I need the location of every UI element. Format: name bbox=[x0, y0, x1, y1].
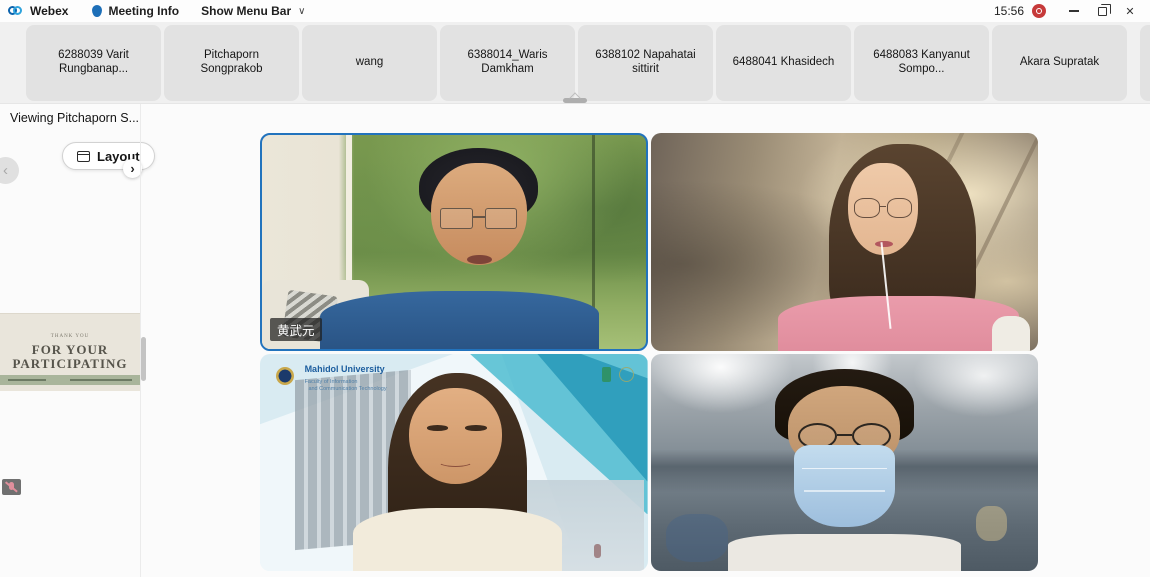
participant-tile[interactable]: wang bbox=[302, 25, 437, 101]
meeting-info-button[interactable]: Meeting Info bbox=[108, 4, 179, 18]
video-tile-bottom-right[interactable] bbox=[651, 354, 1039, 572]
main-stage: Viewing Pitchaporn S... ‹ Layout › THANK… bbox=[0, 104, 1150, 577]
title-bar-left: Webex Meeting Info Show Menu Bar ∨ bbox=[0, 4, 305, 18]
chevron-left-icon: ‹ bbox=[3, 162, 8, 179]
clock: 15:56 bbox=[994, 4, 1024, 18]
minimize-button[interactable] bbox=[1060, 1, 1088, 21]
shirt-art bbox=[728, 534, 961, 571]
mouth-art bbox=[875, 241, 892, 248]
title-bar: Webex Meeting Info Show Menu Bar ∨ 15:56… bbox=[0, 0, 1150, 22]
participant-name: Akara Supratak bbox=[1020, 56, 1099, 70]
blouse-art bbox=[353, 508, 562, 571]
mahidol-university-label: Mahidol University bbox=[305, 364, 385, 374]
participant-tile[interactable]: 6488041 Khasidech bbox=[716, 25, 851, 101]
meeting-info-shield-icon bbox=[92, 5, 102, 17]
webex-meeting-window: Webex Meeting Info Show Menu Bar ∨ 15:56… bbox=[0, 0, 1150, 577]
glasses-art bbox=[854, 198, 912, 218]
participant-name: 6388014_Waris Damkham bbox=[450, 49, 565, 77]
video-tile-top-right[interactable] bbox=[651, 133, 1039, 351]
mouth-art bbox=[467, 255, 492, 265]
restore-button[interactable] bbox=[1088, 1, 1116, 21]
title-bar-right: 15:56 ✕ bbox=[994, 1, 1150, 21]
video-tile-bottom-left[interactable]: Mahidol University Faculty of Informatio… bbox=[260, 354, 648, 572]
participant-face-art bbox=[409, 388, 502, 484]
anniversary-logo-icon bbox=[619, 367, 634, 382]
background-person-art bbox=[976, 506, 1007, 541]
webex-logo-icon bbox=[8, 5, 24, 17]
participant-tile[interactable]: 6288039 Varit Rungbanap... bbox=[26, 25, 161, 101]
pedestrian-art bbox=[594, 544, 601, 558]
show-menu-bar-button[interactable]: Show Menu Bar ∨ bbox=[201, 4, 305, 18]
glasses-art bbox=[440, 208, 517, 229]
participant-tile[interactable]: Pitchaporn Songprakob bbox=[164, 25, 299, 101]
slide-title-line2: PARTICIPATING bbox=[0, 356, 140, 372]
participant-name: Pitchaporn Songprakob bbox=[174, 49, 289, 77]
show-menu-bar-label: Show Menu Bar bbox=[201, 4, 291, 18]
viewing-status-label: Viewing Pitchaporn S... bbox=[10, 111, 139, 125]
mahidol-emblem-icon bbox=[276, 367, 294, 385]
participant-filmstrip: 6288039 Varit Rungbanap... Pitchaporn So… bbox=[0, 22, 1150, 104]
smile-art bbox=[438, 456, 473, 467]
recording-indicator-icon[interactable] bbox=[1032, 4, 1046, 18]
ict-logo-icon bbox=[602, 367, 611, 382]
video-tile-active-speaker[interactable]: 黄武元 bbox=[260, 133, 648, 351]
app-title: Webex bbox=[30, 4, 68, 18]
video-grid: 黄武元 Mahid bbox=[260, 133, 1038, 571]
layout-grid-icon bbox=[77, 151, 90, 162]
shirt-art bbox=[320, 291, 600, 349]
participant-name: 6488041 Khasidech bbox=[733, 56, 835, 70]
participant-name: 6488083 Kanyanut Sompo... bbox=[864, 49, 979, 77]
previous-page-button[interactable]: ‹ bbox=[0, 157, 19, 184]
participant-name: 6388102 Napahatai sittirit bbox=[588, 49, 703, 77]
participant-strip-row: 6288039 Varit Rungbanap... Pitchaporn So… bbox=[26, 25, 1127, 101]
participant-tile-partial[interactable] bbox=[1140, 25, 1150, 101]
participant-tile[interactable]: 6388014_Waris Damkham bbox=[440, 25, 575, 101]
participant-name: 6288039 Varit Rungbanap... bbox=[36, 49, 151, 77]
microphone-muted-icon[interactable] bbox=[2, 479, 21, 495]
pink-top-art bbox=[778, 296, 1018, 350]
shoulder-art bbox=[992, 316, 1031, 351]
face-mask-art bbox=[794, 445, 895, 528]
faculty-label-line1: Faculty of Information bbox=[305, 379, 358, 385]
chevron-down-icon: ∨ bbox=[298, 6, 305, 17]
participant-name: wang bbox=[356, 56, 384, 70]
office-seat-art bbox=[666, 514, 728, 562]
filmstrip-collapse-handle[interactable] bbox=[563, 98, 587, 103]
participant-tile[interactable]: 6388102 Napahatai sittirit bbox=[578, 25, 713, 101]
sidebar-scrollbar-thumb[interactable] bbox=[141, 337, 146, 381]
slide-footer-strip bbox=[0, 375, 140, 385]
eye-art bbox=[427, 425, 448, 430]
faculty-label-line2: and Communication Technology bbox=[308, 386, 386, 392]
eye-art bbox=[465, 425, 486, 430]
participant-tile[interactable]: 6488083 Kanyanut Sompo... bbox=[854, 25, 989, 101]
participant-tile[interactable]: Akara Supratak bbox=[992, 25, 1127, 101]
chevron-right-icon: › bbox=[130, 161, 134, 176]
name-tag: 黄武元 bbox=[270, 318, 322, 341]
shared-slide-thumbnail[interactable]: THANK YOU FOR YOUR PARTICIPATING bbox=[0, 313, 140, 391]
close-button[interactable]: ✕ bbox=[1116, 1, 1144, 21]
slide-caption: THANK YOU bbox=[0, 334, 140, 339]
